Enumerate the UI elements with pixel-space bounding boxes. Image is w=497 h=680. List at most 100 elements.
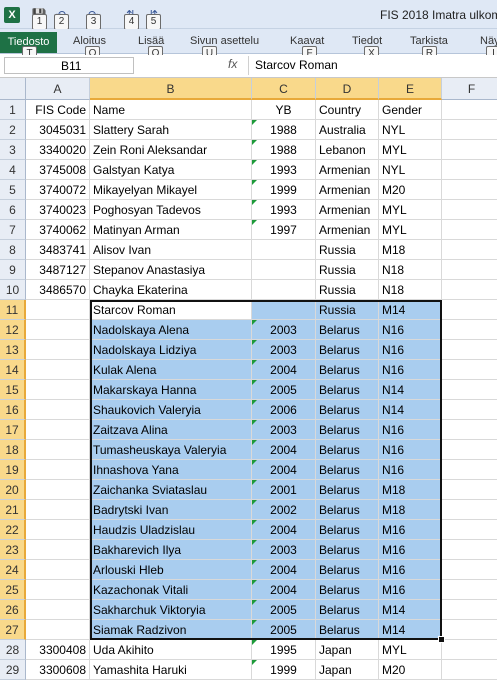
column-header-f[interactable]: F: [442, 78, 497, 100]
cell-e3[interactable]: MYL: [379, 140, 442, 160]
column-header-a[interactable]: A: [26, 78, 90, 100]
cell-f23[interactable]: [442, 540, 497, 560]
cell-a4[interactable]: 3745008: [26, 160, 90, 180]
cell-d26[interactable]: Belarus: [316, 600, 379, 620]
cell-c24[interactable]: 2004: [252, 560, 316, 580]
cell-f11[interactable]: [442, 300, 497, 320]
cell-f20[interactable]: [442, 480, 497, 500]
cell-b9[interactable]: Stepanov Anastasiya: [90, 260, 252, 280]
row-header-11[interactable]: 11: [0, 300, 26, 320]
cell-c10[interactable]: [252, 280, 316, 300]
cell-d4[interactable]: Armenian: [316, 160, 379, 180]
cell-e5[interactable]: M20: [379, 180, 442, 200]
cell-e25[interactable]: M16: [379, 580, 442, 600]
cell-b6[interactable]: Poghosyan Tadevos: [90, 200, 252, 220]
cell-e19[interactable]: N16: [379, 460, 442, 480]
cell-c18[interactable]: 2004: [252, 440, 316, 460]
cell-a9[interactable]: 3487127: [26, 260, 90, 280]
cell-b25[interactable]: Kazachonak Vitali: [90, 580, 252, 600]
row-header-16[interactable]: 16: [0, 400, 26, 420]
cell-b29[interactable]: Yamashita Haruki: [90, 660, 252, 680]
cell-e24[interactable]: M16: [379, 560, 442, 580]
row-header-15[interactable]: 15: [0, 380, 26, 400]
cell-a29[interactable]: 3300608: [26, 660, 90, 680]
cell-c12[interactable]: 2003: [252, 320, 316, 340]
cell-d2[interactable]: Australia: [316, 120, 379, 140]
cell-f6[interactable]: [442, 200, 497, 220]
cell-e10[interactable]: N18: [379, 280, 442, 300]
row-header-14[interactable]: 14: [0, 360, 26, 380]
row-header-3[interactable]: 3: [0, 140, 26, 160]
cell-d7[interactable]: Armenian: [316, 220, 379, 240]
tab-sivun-asettelu[interactable]: Sivun asettelu: [190, 35, 259, 47]
cell-b4[interactable]: Galstyan Katya: [90, 160, 252, 180]
cell-d6[interactable]: Armenian: [316, 200, 379, 220]
cell-e14[interactable]: N16: [379, 360, 442, 380]
cell-b27[interactable]: Siamak Radzivon: [90, 620, 252, 640]
cell-c7[interactable]: 1997: [252, 220, 316, 240]
cell-d22[interactable]: Belarus: [316, 520, 379, 540]
cell-d5[interactable]: Armenian: [316, 180, 379, 200]
cell-e22[interactable]: M16: [379, 520, 442, 540]
cell-a21[interactable]: [26, 500, 90, 520]
cell-e6[interactable]: MYL: [379, 200, 442, 220]
cell-a14[interactable]: [26, 360, 90, 380]
cell-a16[interactable]: [26, 400, 90, 420]
cell-a19[interactable]: [26, 460, 90, 480]
cell-d28[interactable]: Japan: [316, 640, 379, 660]
cell-f1[interactable]: [442, 100, 497, 120]
column-header-d[interactable]: D: [316, 78, 379, 100]
cell-d11[interactable]: Russia: [316, 300, 379, 320]
cell-f25[interactable]: [442, 580, 497, 600]
cell-d13[interactable]: Belarus: [316, 340, 379, 360]
row-header-23[interactable]: 23: [0, 540, 26, 560]
cell-e23[interactable]: M16: [379, 540, 442, 560]
cell-f4[interactable]: [442, 160, 497, 180]
cell-a11[interactable]: [26, 300, 90, 320]
cell-e26[interactable]: M14: [379, 600, 442, 620]
cell-a6[interactable]: 3740023: [26, 200, 90, 220]
cell-d10[interactable]: Russia: [316, 280, 379, 300]
cell-b14[interactable]: Kulak Alena: [90, 360, 252, 380]
cell-d15[interactable]: Belarus: [316, 380, 379, 400]
cell-e21[interactable]: M18: [379, 500, 442, 520]
cell-a3[interactable]: 3340020: [26, 140, 90, 160]
cell-f22[interactable]: [442, 520, 497, 540]
cell-d23[interactable]: Belarus: [316, 540, 379, 560]
row-header-6[interactable]: 6: [0, 200, 26, 220]
cell-c9[interactable]: [252, 260, 316, 280]
cell-e11[interactable]: M14: [379, 300, 442, 320]
cell-e27[interactable]: M14: [379, 620, 442, 640]
cell-c11[interactable]: [252, 300, 316, 320]
cell-f14[interactable]: [442, 360, 497, 380]
row-header-5[interactable]: 5: [0, 180, 26, 200]
cell-a24[interactable]: [26, 560, 90, 580]
cell-b7[interactable]: Matinyan Arman: [90, 220, 252, 240]
cell-e28[interactable]: MYL: [379, 640, 442, 660]
cell-a22[interactable]: [26, 520, 90, 540]
cell-c14[interactable]: 2004: [252, 360, 316, 380]
cell-d9[interactable]: Russia: [316, 260, 379, 280]
row-header-29[interactable]: 29: [0, 660, 26, 680]
cell-c6[interactable]: 1993: [252, 200, 316, 220]
row-header-1[interactable]: 1: [0, 100, 26, 120]
cell-d24[interactable]: Belarus: [316, 560, 379, 580]
row-header-19[interactable]: 19: [0, 460, 26, 480]
cell-b13[interactable]: Nadolskaya Lidziya: [90, 340, 252, 360]
cell-c3[interactable]: 1988: [252, 140, 316, 160]
cell-e8[interactable]: M18: [379, 240, 442, 260]
cell-b23[interactable]: Bakharevich Ilya: [90, 540, 252, 560]
cell-a27[interactable]: [26, 620, 90, 640]
row-header-28[interactable]: 28: [0, 640, 26, 660]
cell-f10[interactable]: [442, 280, 497, 300]
cell-b21[interactable]: Badrytski Ivan: [90, 500, 252, 520]
row-header-13[interactable]: 13: [0, 340, 26, 360]
cell-d16[interactable]: Belarus: [316, 400, 379, 420]
cell-f24[interactable]: [442, 560, 497, 580]
cell-f16[interactable]: [442, 400, 497, 420]
cell-b10[interactable]: Chayka Ekaterina: [90, 280, 252, 300]
row-header-9[interactable]: 9: [0, 260, 26, 280]
cell-f29[interactable]: [442, 660, 497, 680]
row-header-12[interactable]: 12: [0, 320, 26, 340]
cell-d17[interactable]: Belarus: [316, 420, 379, 440]
